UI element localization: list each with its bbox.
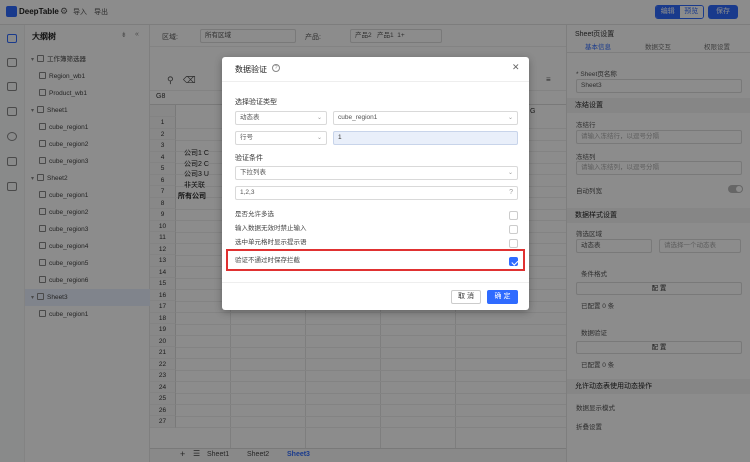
dialog-title: 数据验证	[235, 65, 267, 74]
option-show-tip[interactable]: 选中单元格时显示提示语	[235, 236, 518, 250]
option-label: 是否允许多选	[235, 211, 274, 218]
allow-multi-checkbox[interactable]	[509, 211, 518, 220]
title-divider	[222, 81, 529, 82]
footer-divider	[222, 282, 529, 283]
chevron-down-icon: ⌄	[316, 115, 322, 121]
option-allow-multi[interactable]: 是否允许多选	[235, 208, 518, 222]
field-select[interactable]: 行号 ⌄	[235, 131, 327, 145]
chevron-down-icon: ⌄	[316, 135, 322, 141]
help-icon[interactable]: ?	[272, 64, 280, 72]
confirm-button[interactable]: 确 定	[487, 290, 518, 304]
chevron-down-icon: ⌄	[507, 170, 513, 176]
field-value: 行号	[240, 134, 253, 141]
table-select[interactable]: cube_region1 ⌄	[333, 111, 518, 125]
data-validation-dialog: 数据验证 ? ✕ 选择验证类型 动态表 ⌄ cube_region1 ⌄ 行号 ⌄ 1…	[222, 57, 529, 310]
option-label: 输入数据无效时禁止输入	[235, 225, 307, 232]
chevron-down-icon: ⌄	[507, 115, 513, 121]
validation-type-label: 选择验证类型	[235, 99, 277, 106]
help-circle-icon[interactable]: ?	[509, 187, 513, 199]
cancel-button[interactable]: 取 消	[451, 290, 481, 304]
list-values-text: 1,2,3	[240, 189, 255, 196]
option-forbid-invalid[interactable]: 输入数据无效时禁止输入	[235, 222, 518, 236]
validation-condition-label: 验证条件	[235, 155, 263, 162]
condition-select[interactable]: 下拉列表 ⌄	[235, 166, 518, 180]
show-tip-checkbox[interactable]	[509, 239, 518, 248]
condition-value: 下拉列表	[240, 169, 266, 176]
table-value: cube_region1	[338, 114, 378, 121]
close-icon[interactable]: ✕	[512, 62, 520, 73]
highlight-box	[226, 249, 525, 271]
validation-type-value: 动态表	[240, 114, 260, 121]
list-values-input[interactable]: 1,2,3?	[235, 186, 518, 200]
field-value-input[interactable]: 1	[333, 131, 518, 145]
forbid-invalid-checkbox[interactable]	[509, 225, 518, 234]
validation-type-select[interactable]: 动态表 ⌄	[235, 111, 327, 125]
option-label: 选中单元格时显示提示语	[235, 239, 307, 246]
